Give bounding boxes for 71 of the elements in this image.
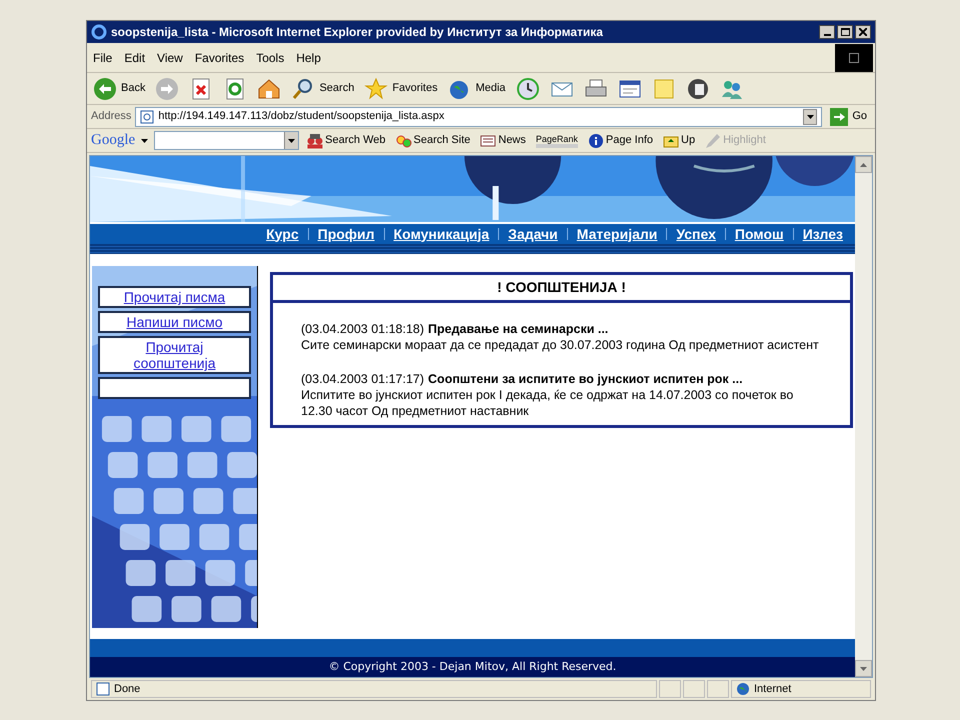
dropdown-button[interactable] [803, 108, 818, 124]
scrollbar[interactable] [855, 156, 872, 677]
announcement-title[interactable]: Предавање на семинарски ... [428, 321, 608, 337]
caret-icon [860, 666, 867, 670]
close-icon [859, 28, 867, 36]
announcement-date: (03.04.2003 01:17:17) [301, 371, 424, 387]
menu-item[interactable]: View [151, 48, 189, 66]
toolbar-button[interactable]: Favorites [362, 74, 440, 102]
nav-link[interactable]: Успех [676, 224, 716, 244]
side-link[interactable]: Прочитај писма [98, 286, 251, 308]
toolbar-button[interactable]: Media [446, 74, 508, 102]
globe-icon [736, 682, 750, 696]
dropdown-button[interactable] [284, 132, 298, 149]
panel-heading: ! СООПШТЕНИЈА ! [273, 275, 850, 303]
throbber-logo [835, 44, 873, 72]
side-link[interactable]: Напиши писмо [98, 311, 251, 333]
nav-link[interactable]: Помош [734, 224, 784, 244]
page-icon [96, 682, 110, 696]
info-icon [588, 132, 604, 148]
go-button[interactable]: Go [826, 108, 871, 126]
copyright-text: © Copyright 2003 - Dejan Mitov, All Right Reserved. [328, 658, 616, 675]
caret-icon [806, 114, 814, 118]
nav-link[interactable]: Профил [318, 224, 375, 244]
menu-item[interactable]: Favorites [188, 48, 250, 66]
toolbar-button[interactable]: Back [91, 74, 148, 102]
star-icon[interactable] [364, 76, 388, 100]
nav-link[interactable]: Задачи [508, 224, 558, 244]
nav-link[interactable]: Материјали [576, 224, 658, 244]
close-button[interactable] [855, 25, 871, 39]
google-toolbar-button[interactable]: Page Info [586, 132, 656, 149]
toolbar-button[interactable]: Search [289, 74, 356, 102]
window-title: soopstenija_lista - Microsoft Internet Explorer provided by Институт за Информатика [111, 24, 603, 41]
side-link[interactable]: Прочитај соопштенија [98, 336, 251, 374]
google-toolbar-button[interactable]: Search Web [305, 132, 388, 149]
nav-link[interactable]: Излез [802, 224, 843, 244]
caret-icon [141, 138, 148, 142]
announcement-text: Испитите во јунскиот испитен рок I декада, ќе се одржат на 14.07.2003 со почеток во 12.30 часот Од предметниот наставник [301, 387, 794, 419]
status-panel [683, 680, 705, 698]
browser-icon [91, 24, 107, 40]
menu-item[interactable]: File [87, 48, 118, 66]
status-panel: Done [91, 680, 657, 698]
page-icon [140, 110, 154, 124]
google-logo[interactable]: Google [91, 129, 136, 152]
announcement-title[interactable]: Соопштени за испитите во јунскиот испитен рок ... [428, 371, 743, 387]
caret-icon [288, 138, 296, 142]
google-toolbar-button[interactable]: News [478, 132, 528, 149]
menu-item[interactable]: Edit [118, 48, 152, 66]
status-panel [707, 680, 729, 698]
nav-link[interactable]: Комуникација [394, 224, 490, 244]
zone-panel: Internet [731, 680, 871, 698]
menu-item[interactable]: Help [290, 48, 327, 66]
nav-link[interactable]: Курс [266, 224, 299, 244]
caret-up-icon [860, 162, 867, 166]
google-toolbar-button[interactable]: Search Site [394, 132, 472, 149]
scroll-down-button[interactable] [855, 660, 872, 677]
menu-item[interactable]: Tools [250, 48, 290, 66]
google-toolbar-button[interactable]: Up [661, 132, 698, 149]
scroll-up-button[interactable] [855, 156, 872, 173]
newspaper-icon [480, 132, 496, 148]
address-label: Address [91, 109, 132, 124]
binoculars-icon [307, 132, 324, 148]
search-field[interactable] [154, 131, 300, 150]
announcement-text: Сите семинарски мораат да се предадат до 30.07.2003 година Од предметниот асистент [301, 337, 820, 353]
google-toolbar-button[interactable]: PageRank [534, 134, 580, 148]
address-field[interactable]: http://194.149.147.113/dobz/student/soopstenija_lista.aspx [135, 106, 822, 126]
highlighter-icon [705, 132, 722, 148]
binoculars-icon [396, 132, 412, 148]
announcement-date: (03.04.2003 01:18:18) [301, 321, 424, 337]
maximize-button[interactable] [837, 25, 853, 39]
minimize-button[interactable] [819, 25, 835, 39]
status-panel [659, 680, 681, 698]
